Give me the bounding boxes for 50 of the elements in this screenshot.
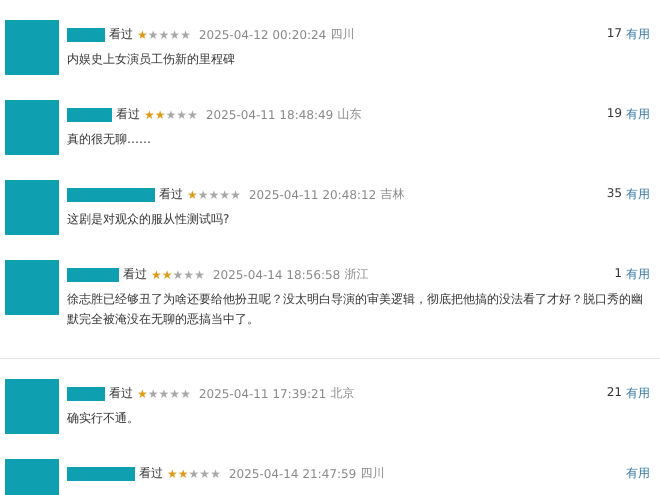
redacted-username (67, 28, 105, 42)
comment-text: 内娱史上女演员工伤新的里程碑 (67, 51, 236, 68)
comment-text: 确实行不通。 (67, 410, 140, 427)
useful-link[interactable]: 有用 (626, 186, 650, 203)
redacted-username (67, 268, 119, 282)
comment-time: 2025-04-11 17:39:21 (198, 386, 326, 400)
watched-label: 看过 (159, 186, 183, 203)
redacted-username (67, 466, 135, 480)
avatar-placeholder[interactable] (5, 20, 59, 75)
watched-label: 看过 (109, 385, 133, 402)
vote-count: 1 (614, 266, 622, 282)
watched-label: 看过 (139, 465, 163, 482)
comment-time: 2025-04-14 21:47:59 (228, 466, 356, 480)
vote-count: 35 (606, 186, 622, 202)
comment-region: 四川 (360, 465, 384, 482)
comment-region: 山东 (337, 106, 362, 123)
star-rating: ★★★★★ (187, 188, 241, 202)
star-rating: ★★★★★ (151, 268, 205, 282)
avatar-placeholder[interactable] (5, 379, 59, 434)
vote-count: 17 (606, 26, 622, 42)
watched-label: 看过 (109, 26, 133, 43)
star-rating: ★★★★★ (137, 28, 191, 42)
star-rating: ★★★★★ (167, 466, 221, 480)
comment-region: 吉林 (380, 186, 404, 203)
redacted-username (67, 386, 105, 400)
useful-link[interactable]: 有用 (626, 26, 650, 43)
watched-label: 看过 (116, 106, 140, 123)
comment-time: 2025-04-14 18:56:58 (212, 268, 340, 282)
comment-region: 浙江 (344, 266, 368, 283)
avatar-placeholder[interactable] (5, 260, 59, 315)
comment-region: 北京 (330, 385, 354, 402)
comment-text: 徐志胜已经够丑了为啥还要给他扮丑呢？没太明白导演的审美逻辑，彻底把他搞的没法看了才好？脱口秀的幽默完全被淹没在无聊的恶搞当中了。 (67, 291, 644, 328)
comment-time: 2025-04-11 20:48:12 (248, 188, 376, 202)
avatar-placeholder[interactable] (5, 100, 59, 155)
watched-label: 看过 (123, 266, 147, 283)
useful-link[interactable]: 有用 (626, 106, 650, 123)
useful-link[interactable]: 有用 (626, 465, 650, 482)
redacted-username (67, 108, 112, 122)
comment-time: 2025-04-11 18:48:49 (206, 108, 334, 122)
star-rating: ★★★★★ (144, 108, 198, 122)
vote-count: 21 (606, 385, 622, 401)
comment-text: 这剧是对观众的服从性测试吗? (67, 211, 230, 228)
comment-region: 四川 (330, 26, 354, 43)
useful-link[interactable]: 有用 (626, 385, 650, 402)
star-rating: ★★★★★ (137, 386, 191, 400)
comment-text: 真的很无聊…… (67, 131, 152, 148)
avatar-placeholder[interactable] (5, 180, 59, 235)
vote-count: 19 (606, 106, 622, 122)
useful-link[interactable]: 有用 (626, 266, 650, 283)
comment-time: 2025-04-12 00:20:24 (198, 28, 326, 42)
